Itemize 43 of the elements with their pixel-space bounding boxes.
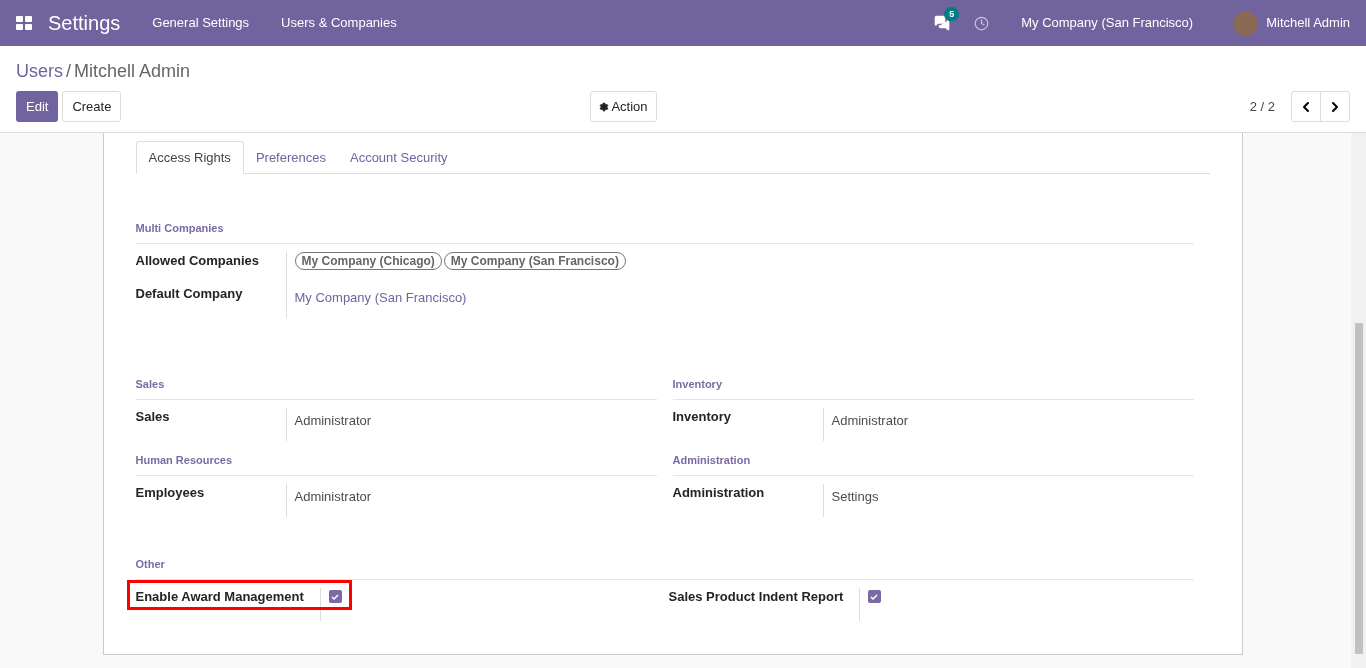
- user-menu[interactable]: Mitchell Admin: [1266, 13, 1350, 33]
- section-title: Human Resources: [135, 454, 233, 466]
- field-value: Administrator: [294, 413, 372, 428]
- message-count-badge: 5: [944, 7, 960, 21]
- check-icon: [870, 592, 878, 601]
- edit-button[interactable]: Edit: [16, 91, 59, 122]
- field-value: Administrator: [831, 413, 909, 428]
- breadcrumb-link[interactable]: Users: [16, 58, 63, 85]
- section-title: Inventory: [672, 378, 722, 390]
- field-value[interactable]: My Company (San Francisco): [294, 290, 467, 305]
- field-label: Allowed Companies: [135, 253, 260, 268]
- breadcrumb-separator: /: [66, 60, 72, 83]
- chat-icon[interactable]: [934, 15, 951, 31]
- tab[interactable]: Preferences: [243, 141, 338, 174]
- apps-grid-icon[interactable]: [16, 16, 32, 30]
- field-label: Enable Award Management: [135, 589, 304, 604]
- breadcrumb-current: Mitchell Admin: [74, 60, 191, 83]
- app-title[interactable]: Settings: [48, 8, 121, 38]
- field-label: Sales: [135, 409, 170, 424]
- field-label: Sales Product Indent Report: [668, 589, 844, 604]
- checkbox[interactable]: [328, 590, 342, 603]
- pager-value: 2 / 2: [1249, 97, 1275, 116]
- section-title: Multi Companies: [135, 222, 224, 234]
- tab[interactable]: Account Security: [337, 141, 460, 174]
- clock-icon[interactable]: [974, 15, 990, 31]
- action-button[interactable]: Action: [590, 91, 657, 122]
- section-title: Administration: [672, 454, 751, 466]
- checkbox[interactable]: [867, 590, 881, 603]
- field-label: Inventory: [672, 409, 731, 424]
- field-label: Administration: [672, 485, 765, 500]
- gear-icon: [599, 101, 610, 112]
- tab[interactable]: Access Rights: [135, 141, 244, 174]
- check-icon: [331, 592, 339, 601]
- field-value: Settings: [831, 489, 879, 504]
- field-value: Administrator: [294, 489, 372, 504]
- menu-item[interactable]: Users & Companies: [281, 13, 397, 33]
- field-label: Employees: [135, 485, 205, 500]
- menu-item[interactable]: General Settings: [152, 13, 250, 33]
- create-button[interactable]: Create: [62, 91, 122, 122]
- section-title: Sales: [135, 378, 165, 390]
- company-switcher[interactable]: My Company (San Francisco): [1021, 13, 1194, 33]
- section-title: Other: [135, 558, 165, 570]
- field-label: Default Company: [135, 286, 243, 301]
